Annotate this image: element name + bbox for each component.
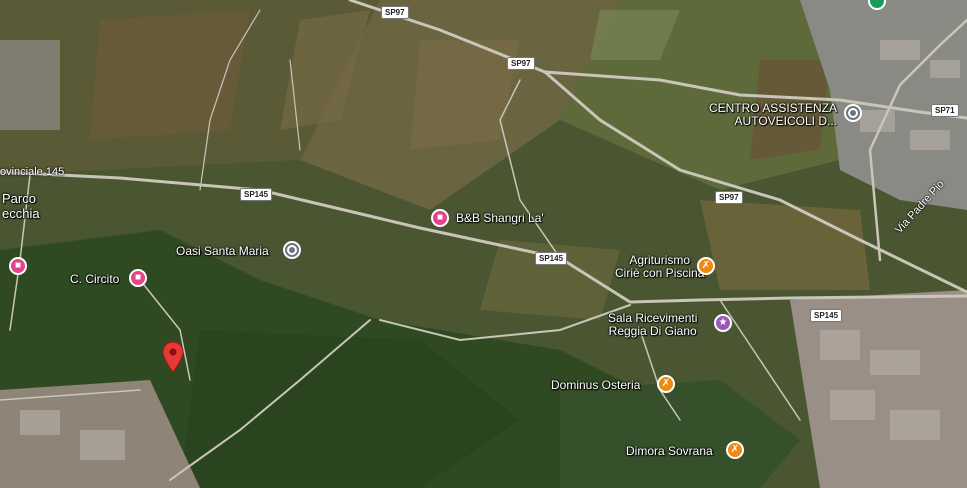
poi-label-line: Reggia Di Giano xyxy=(608,324,697,338)
hotel-icon[interactable]: ■ xyxy=(431,209,449,227)
poi-label-centro-assistenza[interactable]: CENTRO ASSISTENZA AUTOVEICOLI D... xyxy=(707,102,837,128)
poi-label-line: AUTOVEICOLI D... xyxy=(734,114,837,128)
poi-label-oasi-santa-maria[interactable]: Oasi Santa Maria xyxy=(176,245,269,258)
road-shield-sp97: SP97 xyxy=(507,57,535,70)
poi-label-line: Ciriè con Piscina xyxy=(615,266,705,280)
restaurant-icon[interactable]: ✗ xyxy=(697,257,715,275)
satellite-imagery xyxy=(0,0,967,488)
road-label-provinciale-145: ovinciale 145 xyxy=(0,166,65,178)
event-venue-icon[interactable]: ★ xyxy=(714,314,732,332)
poi-label-agriturismo[interactable]: Agriturismo Ciriè con Piscina xyxy=(615,254,704,280)
poi-label-c-circito[interactable]: C. Circito xyxy=(70,273,119,286)
hotel-icon[interactable]: ■ xyxy=(9,257,27,275)
poi-label-sala-ricevimenti[interactable]: Sala Ricevimenti Reggia Di Giano xyxy=(608,312,697,338)
poi-label-dominus-osteria[interactable]: Dominus Osteria xyxy=(551,379,640,392)
restaurant-icon[interactable]: ✗ xyxy=(657,375,675,393)
satellite-map[interactable]: SP97 SP97 SP97 SP71 SP145 SP145 SP145 ov… xyxy=(0,0,967,488)
location-marker-icon[interactable] xyxy=(162,341,184,373)
place-icon[interactable] xyxy=(844,104,862,122)
road-shield-sp145: SP145 xyxy=(535,252,568,265)
hotel-icon[interactable]: ■ xyxy=(129,269,147,287)
road-shield-sp71: SP71 xyxy=(931,104,959,117)
road-shield-sp97: SP97 xyxy=(381,6,409,19)
poi-label-bb-shangri-la[interactable]: B&B Shangri La' xyxy=(456,212,544,225)
road-shield-sp97: SP97 xyxy=(715,191,743,204)
poi-label-line: Parco xyxy=(2,191,36,206)
road-shield-sp145: SP145 xyxy=(810,309,843,322)
poi-label-line: ecchia xyxy=(2,206,40,221)
road-shield-sp145: SP145 xyxy=(240,188,273,201)
place-icon[interactable] xyxy=(283,241,301,259)
poi-label-dimora-sovrana[interactable]: Dimora Sovrana xyxy=(626,445,713,458)
poi-label-parco[interactable]: Parco ecchia xyxy=(2,191,40,221)
restaurant-icon[interactable]: ✗ xyxy=(726,441,744,459)
